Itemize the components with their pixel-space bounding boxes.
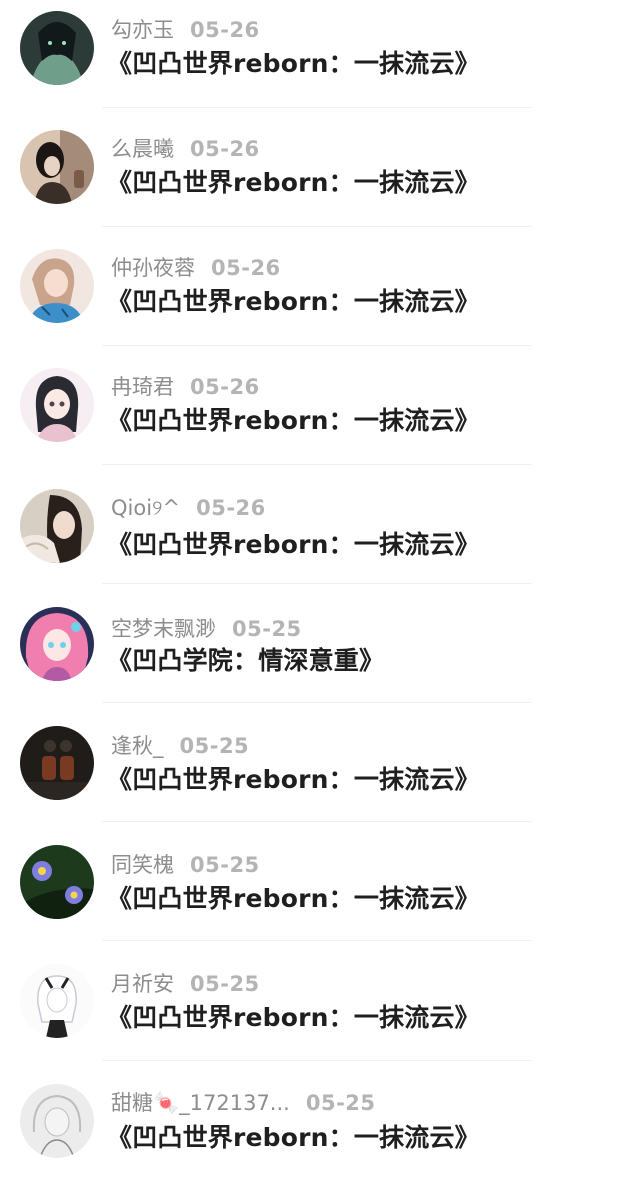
- comment-meta: 么晨曦 05-26: [111, 136, 260, 162]
- work-title[interactable]: 《凹凸世界reborn：一抹流云》: [107, 48, 480, 80]
- avatar[interactable]: [20, 11, 94, 85]
- list-item[interactable]: 么晨曦 05-26 《凹凸世界reborn：一抹流云》: [0, 119, 640, 237]
- work-title[interactable]: 《凹凸世界reborn：一抹流云》: [107, 529, 480, 561]
- avatar[interactable]: [20, 130, 94, 204]
- comment-meta: 同笑槐 05-25: [111, 852, 260, 878]
- username[interactable]: 仲孙夜蓉: [111, 256, 195, 280]
- work-title[interactable]: 《凹凸世界reborn：一抹流云》: [107, 167, 480, 199]
- avatar-dark-figures-icon: [20, 726, 94, 800]
- avatar-anime-girl-icon: [20, 368, 94, 442]
- list-item[interactable]: 甜糖🍬_172137... 05-25 《凹凸世界reborn：一抹流云》: [0, 1071, 640, 1189]
- comment-date: 05-25: [305, 1091, 376, 1115]
- comment-date: 05-25: [232, 617, 302, 641]
- username[interactable]: Qioi୨^: [111, 496, 180, 520]
- comment-date: 05-26: [190, 137, 260, 161]
- username[interactable]: 么晨曦: [111, 137, 174, 161]
- avatar[interactable]: [20, 726, 94, 800]
- work-title[interactable]: 《凹凸世界reborn：一抹流云》: [107, 883, 480, 915]
- divider: [102, 702, 532, 703]
- work-title[interactable]: 《凹凸世界reborn：一抹流云》: [107, 286, 480, 318]
- comment-meta: 勾亦玉 05-26: [111, 17, 260, 43]
- comment-date: 05-26: [211, 256, 281, 280]
- avatar[interactable]: [20, 964, 94, 1038]
- comment-date: 05-26: [196, 496, 266, 520]
- divider: [102, 464, 532, 465]
- divider: [102, 107, 532, 108]
- username[interactable]: 同笑槐: [111, 853, 174, 877]
- avatar[interactable]: [20, 845, 94, 919]
- work-title[interactable]: 《凹凸世界reborn：一抹流云》: [107, 1122, 480, 1154]
- username[interactable]: 逢秋_: [111, 734, 164, 758]
- avatar-sketch-anime-icon: [20, 964, 94, 1038]
- comment-date: 05-25: [179, 734, 250, 758]
- avatar[interactable]: [20, 249, 94, 323]
- work-title[interactable]: 《凹凸世界reborn：一抹流云》: [107, 405, 480, 437]
- divider: [102, 226, 532, 227]
- comment-date: 05-26: [190, 18, 260, 42]
- avatar[interactable]: [20, 489, 94, 563]
- work-title[interactable]: 《凹凸世界reborn：一抹流云》: [107, 764, 480, 796]
- divider: [102, 583, 532, 584]
- list-item[interactable]: 冉琦君 05-26 《凹凸世界reborn：一抹流云》: [0, 357, 640, 475]
- avatar-purple-flower-icon: [20, 845, 94, 919]
- avatar-dark-anime-icon: [20, 11, 94, 85]
- comment-date: 05-25: [190, 972, 260, 996]
- avatar-photo-girl-icon: [20, 130, 94, 204]
- comment-meta: 甜糖🍬_172137... 05-25: [111, 1090, 376, 1116]
- username[interactable]: 甜糖🍬_172137...: [111, 1091, 290, 1115]
- comment-meta: 冉琦君 05-26: [111, 374, 260, 400]
- list-item[interactable]: 空梦末飘渺 05-25 《凹凸学院：情深意重》: [0, 595, 640, 713]
- avatar[interactable]: [20, 368, 94, 442]
- comment-meta: 仲孙夜蓉 05-26: [111, 255, 281, 281]
- list-item[interactable]: 仲孙夜蓉 05-26 《凹凸世界reborn：一抹流云》: [0, 238, 640, 356]
- avatar-selfie-girl-icon: [20, 249, 94, 323]
- comment-date: 05-26: [190, 375, 260, 399]
- comment-meta: Qioi୨^ 05-26: [111, 495, 266, 521]
- avatar-photo-girl-icon: [20, 489, 94, 563]
- username[interactable]: 勾亦玉: [111, 18, 174, 42]
- work-title[interactable]: 《凹凸世界reborn：一抹流云》: [107, 1002, 480, 1034]
- divider: [102, 821, 532, 822]
- list-item[interactable]: 月祈安 05-25 《凹凸世界reborn：一抹流云》: [0, 952, 640, 1070]
- list-item[interactable]: 逢秋_ 05-25 《凹凸世界reborn：一抹流云》: [0, 714, 640, 832]
- divider: [102, 345, 532, 346]
- comment-date: 05-25: [190, 853, 260, 877]
- comment-meta: 空梦末飘渺 05-25: [111, 616, 302, 642]
- username[interactable]: 月祈安: [111, 972, 174, 996]
- list-item[interactable]: 同笑槐 05-25 《凹凸世界reborn：一抹流云》: [0, 833, 640, 951]
- divider: [102, 1060, 532, 1061]
- work-title[interactable]: 《凹凸学院：情深意重》: [107, 645, 384, 677]
- list-item[interactable]: Qioi୨^ 05-26 《凹凸世界reborn：一抹流云》: [0, 476, 640, 594]
- list-item[interactable]: 勾亦玉 05-26 《凹凸世界reborn：一抹流云》: [0, 0, 640, 118]
- username[interactable]: 空梦末飘渺: [111, 617, 216, 641]
- comment-meta: 逢秋_ 05-25: [111, 733, 249, 759]
- avatar[interactable]: [20, 607, 94, 681]
- avatar-sketch-girl-icon: [20, 1084, 94, 1158]
- divider: [102, 940, 532, 941]
- avatar[interactable]: [20, 1084, 94, 1158]
- comment-meta: 月祈安 05-25: [111, 971, 260, 997]
- username[interactable]: 冉琦君: [111, 375, 174, 399]
- avatar-pink-hair-anime-icon: [20, 607, 94, 681]
